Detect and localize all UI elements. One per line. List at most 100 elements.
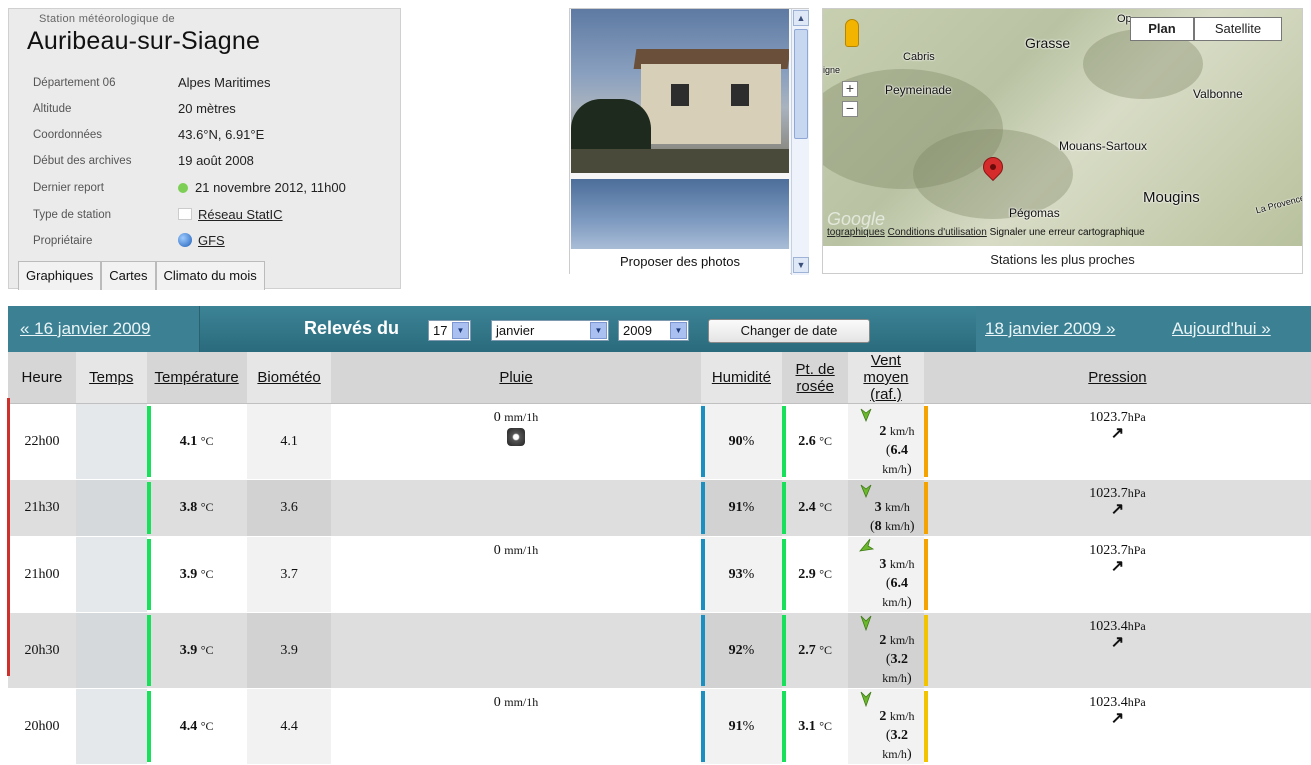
rain-amount: 0 [493, 543, 501, 558]
rain-unit: mm/1h [504, 410, 539, 424]
field-value: 21 novembre 2012, 11h00 [178, 178, 346, 198]
hum-unit: % [742, 642, 755, 658]
prev-day-link[interactable]: « 16 janvier 2009 [20, 319, 150, 339]
wind-values: 3 km/h (8 km/h) [869, 500, 915, 534]
cell-pression: 1023.7hPa ↗ [923, 536, 1311, 613]
left-red-bar [7, 398, 10, 676]
zoom-out-icon[interactable]: − [842, 101, 858, 117]
field-value: GFS [178, 231, 225, 251]
header-pluie[interactable]: Pluie [331, 352, 701, 404]
field-value: Réseau StatIC [178, 205, 283, 225]
rain-value: 0 mm/1h [331, 410, 700, 426]
header-biometeo-link[interactable]: Biométéo [257, 369, 320, 386]
pegman-icon[interactable] [845, 19, 859, 47]
cell-temps [75, 403, 147, 480]
map-town-laprovence: La Provence [1254, 192, 1302, 216]
station-header: Station météorologique de Auribeau-sur-S… [0, 0, 1311, 290]
press-color-bar [923, 482, 928, 534]
map-terms-link[interactable]: Conditions d'utilisation [888, 227, 987, 238]
hum-color-bar [700, 691, 705, 762]
header-rosee-link[interactable]: Pt. de rosée [796, 361, 835, 395]
year-select[interactable]: 2009 ▼ [618, 320, 689, 341]
day-select-value: 17 [433, 323, 448, 338]
wind-unit: km/h [889, 709, 915, 723]
map-plan-button[interactable]: Plan [1130, 17, 1194, 41]
wind-speed: 3 [874, 500, 882, 515]
map-report-error[interactable]: Signaler une erreur cartographique [990, 227, 1145, 238]
header-temperature-link[interactable]: Température [155, 369, 239, 386]
nearest-stations-caption[interactable]: Stations les plus proches [823, 247, 1302, 273]
wind-values: 2 km/h (6.4 km/h) [879, 424, 915, 477]
dew-value: 2.4 [798, 500, 816, 515]
change-date-button[interactable]: Changer de date [708, 319, 870, 343]
hum-unit: % [742, 718, 755, 734]
cell-biometeo: 3.9 [246, 612, 332, 689]
temp-color-bar [146, 482, 151, 534]
header-pluie-link[interactable]: Pluie [499, 369, 532, 386]
temp-color-bar [146, 406, 151, 477]
station-type-link[interactable]: Réseau StatIC [198, 207, 283, 222]
propose-photos-link[interactable]: Proposer des photos [570, 249, 790, 275]
header-pression-link[interactable]: Pression [1088, 369, 1146, 386]
station-info-panel: Station météorologique de Auribeau-sur-S… [8, 8, 401, 289]
hum-color-bar [700, 482, 705, 534]
press-color-bar [923, 691, 928, 762]
map-credits-link[interactable]: tographiques [827, 227, 885, 238]
cell-pression: 1023.7hPa ↗ [923, 479, 1311, 537]
chevron-down-icon[interactable]: ▼ [590, 322, 607, 339]
wind-values: 2 km/h (3.2 km/h) [879, 709, 915, 762]
scroll-thumb[interactable] [794, 29, 808, 139]
scroll-up-icon[interactable]: ▲ [793, 10, 809, 26]
cell-humidite: 92% [700, 612, 783, 689]
gust-speed: 6.4 [890, 443, 909, 458]
hum-value: 90 [728, 433, 743, 449]
header-pression[interactable]: Pression [923, 352, 1311, 404]
scroll-down-icon[interactable]: ▼ [793, 257, 809, 273]
photo-window [671, 84, 689, 106]
tab-graphiques[interactable]: Graphiques [18, 261, 102, 290]
field-label: Début des archives [33, 155, 132, 167]
today-link[interactable]: Aujourd'hui » [1172, 319, 1271, 339]
header-temps[interactable]: Temps [75, 352, 147, 404]
station-photo-2[interactable] [571, 179, 789, 249]
header-biometeo[interactable]: Biométéo [246, 352, 332, 404]
map-satellite-button[interactable]: Satellite [1194, 17, 1282, 41]
hum-value: 91 [728, 718, 743, 734]
chevron-down-icon[interactable]: ▼ [452, 322, 469, 339]
photo-scrollbar[interactable]: ▲ ▼ [791, 9, 809, 275]
day-select[interactable]: 17 ▼ [428, 320, 471, 341]
cell-biometeo: 4.4 [246, 688, 332, 765]
zoom-in-icon[interactable]: + [842, 81, 858, 97]
rain-value: 0 mm/1h [331, 543, 700, 559]
tab-cartes[interactable]: Cartes [101, 261, 156, 290]
header-humidite-link[interactable]: Humidité [712, 369, 771, 386]
header-vent[interactable]: Vent moyen (raf.) [847, 352, 924, 404]
map-town-valbonne: Valbonne [1193, 87, 1243, 101]
header-temps-link[interactable]: Temps [89, 369, 133, 386]
map-canvas[interactable]: Grasse Cabris Peymeinade Valbonne Mouans… [823, 9, 1302, 246]
dew-value: 2.9 [798, 566, 816, 582]
chevron-down-icon[interactable]: ▼ [670, 322, 687, 339]
month-select[interactable]: janvier ▼ [491, 320, 609, 341]
header-temperature[interactable]: Température [146, 352, 247, 404]
owner-link[interactable]: GFS [198, 233, 225, 248]
map-town-grasse: Grasse [1025, 35, 1071, 51]
tab-climato[interactable]: Climato du mois [155, 261, 265, 290]
cell-vent: 3 km/h (6.4 km/h) [847, 536, 924, 613]
cell-biometeo: 4.1 [246, 403, 332, 480]
next-day-link[interactable]: 18 janvier 2009 » [985, 319, 1115, 339]
header-humidite[interactable]: Humidité [700, 352, 783, 404]
header-vent-link[interactable]: Vent moyen [863, 352, 908, 386]
gust-speed: 3.2 [890, 652, 909, 667]
table-row: 21h00 3.9 °C 3.7 0 mm/1h 93% 2.9 °C 3 km… [8, 536, 1311, 613]
cell-temperature: 4.4 °C [146, 688, 247, 765]
hum-unit: % [742, 566, 755, 582]
cell-temps [75, 612, 147, 689]
header-rafale-link[interactable]: (raf.) [870, 386, 902, 403]
dew-color-bar [782, 691, 787, 762]
hum-value: 92 [728, 642, 743, 658]
field-value: 19 août 2008 [178, 153, 254, 168]
station-photo[interactable] [571, 9, 789, 173]
wind-unit: km/h [889, 633, 915, 647]
header-rosee[interactable]: Pt. de rosée [782, 352, 848, 404]
